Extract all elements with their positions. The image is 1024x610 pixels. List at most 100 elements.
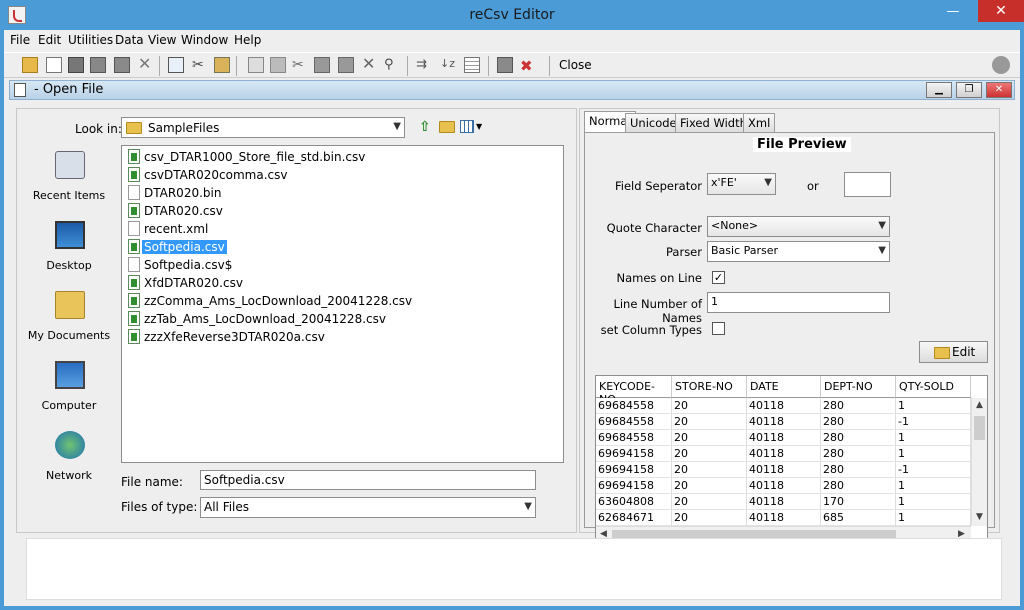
place-my-documents[interactable]: My Documents bbox=[21, 285, 117, 353]
place-recent-items[interactable]: Recent Items bbox=[21, 145, 117, 213]
set-column-types-checkbox[interactable] bbox=[712, 322, 725, 335]
list-item[interactable]: csv_DTAR1000_Store_file_std.bin.csv bbox=[126, 148, 556, 166]
table-cell[interactable]: 40118 bbox=[747, 414, 821, 430]
paste-record-icon[interactable] bbox=[314, 57, 330, 73]
scroll-up-icon[interactable]: ▲ bbox=[976, 400, 983, 410]
list-item[interactable]: csvDTAR020comma.csv bbox=[126, 166, 556, 184]
tab-fixed-width[interactable]: Fixed Width bbox=[675, 113, 752, 132]
save-icon[interactable] bbox=[68, 57, 84, 73]
table-cell[interactable]: 1 bbox=[896, 494, 971, 510]
table-cell[interactable]: 69684558 bbox=[596, 430, 672, 446]
table-cell[interactable]: 40118 bbox=[747, 398, 821, 414]
copy-record-icon[interactable] bbox=[270, 57, 286, 73]
table-cell[interactable]: 69694158 bbox=[596, 446, 672, 462]
frame-close-button[interactable]: ✕ bbox=[986, 82, 1012, 98]
table-cell[interactable]: 280 bbox=[821, 398, 896, 414]
table-cell[interactable]: 62684671 bbox=[596, 510, 672, 526]
copy-icon[interactable] bbox=[168, 57, 184, 73]
table-cell[interactable]: 685 bbox=[821, 510, 896, 526]
tab-xml[interactable]: Xml bbox=[743, 113, 776, 132]
list-item[interactable]: recent.xml bbox=[126, 220, 556, 238]
place-network[interactable]: Network bbox=[21, 425, 117, 493]
chevron-down-icon[interactable]: ▼ bbox=[476, 122, 482, 131]
table-cell[interactable]: 20 bbox=[672, 510, 747, 526]
list-item[interactable]: zzComma_Ams_LocDownload_20041228.csv bbox=[126, 292, 556, 310]
list-item[interactable]: DTAR020.bin bbox=[126, 184, 556, 202]
open-folder-icon[interactable] bbox=[22, 57, 38, 73]
table-cell[interactable]: 1 bbox=[896, 446, 971, 462]
delete-icon[interactable]: ✕ bbox=[138, 56, 154, 73]
menu-file[interactable]: File bbox=[10, 33, 30, 47]
close-window-button[interactable]: ✕ bbox=[978, 0, 1024, 22]
list-item[interactable]: DTAR020.csv bbox=[126, 202, 556, 220]
table-cell[interactable]: 20 bbox=[672, 446, 747, 462]
list-item[interactable]: Softpedia.csv$ bbox=[126, 256, 556, 274]
place-desktop[interactable]: Desktop bbox=[21, 215, 117, 283]
new-folder-icon[interactable] bbox=[439, 121, 455, 133]
table-cell[interactable]: 280 bbox=[821, 446, 896, 462]
column-header[interactable]: STORE-NO bbox=[672, 376, 747, 398]
table-view-icon[interactable] bbox=[464, 57, 480, 73]
column-header[interactable]: KEYCODE-NO bbox=[596, 376, 672, 406]
menu-data[interactable]: Data bbox=[115, 33, 144, 47]
new-file-icon[interactable] bbox=[46, 57, 62, 73]
column-header[interactable]: DATE bbox=[747, 376, 821, 398]
filename-input[interactable]: Softpedia.csv bbox=[200, 470, 536, 490]
table-cell[interactable]: 63604808 bbox=[596, 494, 672, 510]
edit-button[interactable]: Edit bbox=[919, 341, 988, 363]
scroll-down-icon[interactable]: ▼ bbox=[976, 512, 983, 522]
export-icon[interactable] bbox=[114, 57, 130, 73]
table-cell[interactable]: 1 bbox=[896, 430, 971, 446]
tab-unicode[interactable]: Unicode bbox=[625, 113, 682, 132]
table-cell[interactable]: 40118 bbox=[747, 446, 821, 462]
table-cell[interactable]: 280 bbox=[821, 430, 896, 446]
menu-view[interactable]: View bbox=[148, 33, 176, 47]
cut-record-icon[interactable]: ✂ bbox=[292, 57, 308, 73]
table-cell[interactable]: 20 bbox=[672, 478, 747, 494]
delete-record-icon[interactable]: ✕ bbox=[362, 56, 378, 73]
table-cell[interactable]: 69684558 bbox=[596, 398, 672, 414]
list-item[interactable]: XfdDTAR020.csv bbox=[126, 274, 556, 292]
table-cell[interactable]: 40118 bbox=[747, 494, 821, 510]
paste-icon[interactable] bbox=[214, 57, 230, 73]
table-cell[interactable]: 280 bbox=[821, 478, 896, 494]
menu-help[interactable]: Help bbox=[234, 33, 261, 47]
lookin-combo[interactable]: SampleFiles ▼ bbox=[121, 117, 405, 138]
close-button[interactable]: Close bbox=[559, 58, 592, 72]
table-cell[interactable]: 69684558 bbox=[596, 414, 672, 430]
names-on-line-checkbox[interactable]: ✓ bbox=[712, 271, 725, 284]
table-cell[interactable]: 280 bbox=[821, 462, 896, 478]
frame-restore-button[interactable]: ❐ bbox=[956, 82, 982, 98]
filetype-combo[interactable]: All Files ▼ bbox=[200, 497, 536, 518]
table-cell[interactable]: 40118 bbox=[747, 478, 821, 494]
table-cell[interactable]: 170 bbox=[821, 494, 896, 510]
table-cell[interactable]: 40118 bbox=[747, 430, 821, 446]
table-cell[interactable]: 69694158 bbox=[596, 462, 672, 478]
table-cell[interactable]: 20 bbox=[672, 414, 747, 430]
filter-icon[interactable]: ⇉ bbox=[416, 57, 432, 73]
list-item[interactable]: zzzXfeReverse3DTAR020a.csv bbox=[126, 328, 556, 346]
layout-edit-icon[interactable] bbox=[497, 57, 513, 73]
table-cell[interactable]: 20 bbox=[672, 430, 747, 446]
table-cell[interactable]: -1 bbox=[896, 414, 971, 430]
scroll-thumb[interactable] bbox=[974, 416, 985, 440]
vertical-scrollbar[interactable]: ▲ ▼ bbox=[971, 398, 987, 526]
table-cell[interactable]: -1 bbox=[896, 462, 971, 478]
table-cell[interactable]: 280 bbox=[821, 414, 896, 430]
list-item[interactable]: zzTab_Ams_LocDownload_20041228.csv bbox=[126, 310, 556, 328]
menu-window[interactable]: Window bbox=[181, 33, 228, 47]
view-menu-icon[interactable] bbox=[460, 120, 474, 133]
menu-edit[interactable]: Edit bbox=[38, 33, 61, 47]
new-record-icon[interactable] bbox=[248, 57, 264, 73]
place-computer[interactable]: Computer bbox=[21, 355, 117, 423]
table-cell[interactable]: 20 bbox=[672, 462, 747, 478]
line-number-input[interactable]: 1 bbox=[707, 292, 890, 313]
minimize-button[interactable]: — bbox=[940, 4, 966, 24]
sort-icon[interactable]: ↓z bbox=[440, 57, 456, 73]
tools-icon[interactable]: ✖ bbox=[520, 57, 536, 75]
table-cell[interactable]: 20 bbox=[672, 398, 747, 414]
parser-combo[interactable]: Basic Parser ▼ bbox=[707, 241, 890, 262]
column-header[interactable]: QTY-SOLD bbox=[896, 376, 971, 398]
list-item-selected[interactable]: Softpedia.csv bbox=[126, 238, 556, 256]
table-cell[interactable]: 40118 bbox=[747, 510, 821, 526]
